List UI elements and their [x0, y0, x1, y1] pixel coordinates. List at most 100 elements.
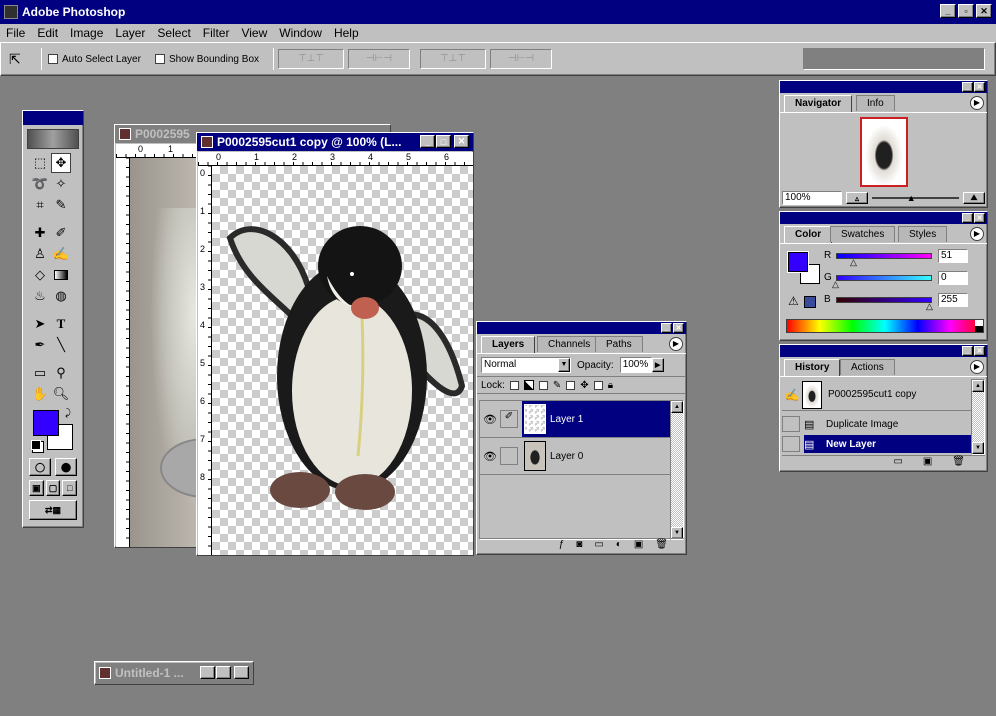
layers-scrollbar[interactable]: ▲ ▼ — [670, 400, 684, 540]
new-layer-icon[interactable]: ▣ — [634, 539, 643, 552]
screen-mode-standard-icon[interactable]: ▣ — [29, 480, 44, 496]
menu-layer[interactable]: Layer — [109, 26, 151, 40]
magic-wand-icon[interactable]: ✧ — [51, 174, 71, 194]
layer-name[interactable]: Layer 1 — [550, 414, 583, 425]
lock-image-checkbox[interactable] — [538, 380, 548, 390]
type-tool-icon[interactable]: T — [51, 314, 71, 334]
eye-icon[interactable]: 👁︎ — [480, 413, 500, 426]
hand-tool-icon[interactable]: ✋ — [30, 384, 50, 404]
navigator-close-button[interactable]: ✕ — [974, 82, 985, 92]
navigator-title-bar[interactable]: _ ✕ — [780, 81, 987, 93]
menu-edit[interactable]: Edit — [31, 26, 64, 40]
color-fg-swatch[interactable] — [788, 252, 808, 272]
distribute-top-buttons[interactable]: ⊤⊥⊤ — [420, 49, 487, 69]
history-brush-source-icon[interactable]: ✍ — [782, 388, 802, 402]
lasso-tool-icon[interactable]: ➰ — [30, 174, 50, 194]
adjustment-layer-icon[interactable]: ◐ — [616, 539, 622, 552]
tab-channels[interactable]: Channels — [537, 336, 602, 352]
pen-tool-icon[interactable]: ✒ — [30, 335, 50, 355]
zoom-in-icon[interactable]: ⛰ — [963, 192, 985, 204]
history-state-row[interactable]: ▤ Duplicate Image — [782, 415, 972, 433]
foreground-color-swatch[interactable] — [33, 410, 59, 436]
minimized-close-button[interactable]: ✕ — [234, 666, 249, 679]
tab-color[interactable]: Color — [784, 226, 833, 243]
tab-history[interactable]: History — [784, 359, 841, 376]
new-set-icon[interactable]: ▭ — [594, 539, 603, 552]
adobe-logo-icon[interactable] — [27, 129, 79, 149]
screen-mode-full-menu-icon[interactable]: ▢ — [45, 480, 61, 496]
brush-tool-icon[interactable]: ✐ — [51, 223, 71, 243]
color-menu-arrow-icon[interactable]: ▶ — [970, 227, 984, 241]
b-slider-thumb[interactable]: △ — [926, 301, 933, 312]
layer-name[interactable]: Layer 0 — [550, 451, 583, 462]
history-snapshot-row[interactable]: ✍ P0002595cut1 copy — [782, 379, 972, 411]
color-minimize-button[interactable]: _ — [962, 213, 973, 223]
eyedropper-icon[interactable]: ⚲ — [51, 363, 71, 383]
jump-to-imageready-icon[interactable]: ⇄▦ — [29, 500, 77, 520]
history-menu-arrow-icon[interactable]: ▶ — [970, 360, 984, 374]
scroll-down-icon[interactable]: ▼ — [972, 442, 984, 454]
crop-tool-icon[interactable]: ⌗ — [30, 195, 50, 215]
layers-menu-arrow-icon[interactable]: ▶ — [669, 337, 683, 351]
slice-tool-icon[interactable]: ✎ — [51, 195, 71, 215]
lock-all-checkbox[interactable] — [593, 380, 603, 390]
g-slider-thumb[interactable]: △ — [832, 279, 839, 290]
align-left-buttons[interactable]: ⊣⊢⊣ — [348, 49, 411, 69]
screen-mode-full-icon[interactable]: □ — [62, 480, 78, 496]
scroll-up-icon[interactable]: ▲ — [972, 380, 984, 392]
layer-row[interactable]: 👁︎ ✐ Layer 1 — [480, 401, 670, 438]
brush-link-icon[interactable]: ✐ — [500, 410, 518, 428]
path-select-icon[interactable]: ➤ — [30, 314, 50, 334]
menu-window[interactable]: Window — [273, 26, 328, 40]
app-restore-button[interactable]: ▫ — [958, 4, 974, 18]
zoom-out-icon[interactable]: ▵ — [846, 192, 868, 204]
tab-paths[interactable]: Paths — [595, 336, 643, 352]
b-slider[interactable] — [836, 297, 932, 303]
app-minimize-button[interactable]: _ — [940, 4, 956, 18]
gamut-warning-icon[interactable]: ⚠ — [788, 294, 799, 308]
layers-title-bar[interactable]: _ ✕ — [477, 322, 686, 334]
blend-mode-select[interactable]: Normal ▼ — [481, 357, 571, 373]
toolbox-title-bar[interactable] — [23, 111, 83, 125]
g-slider[interactable] — [836, 275, 932, 281]
menu-view[interactable]: View — [235, 26, 273, 40]
zoom-tool-icon[interactable]: 🔍︎ — [51, 384, 71, 404]
tab-actions[interactable]: Actions — [840, 359, 895, 375]
layers-close-button[interactable]: ✕ — [673, 323, 684, 333]
lock-transparency-checkbox[interactable] — [509, 380, 519, 390]
navigator-thumbnail[interactable] — [860, 117, 908, 187]
layers-minimize-button[interactable]: _ — [661, 323, 672, 333]
layer-style-icon[interactable]: ƒ — [559, 539, 565, 552]
g-field[interactable]: 0 — [938, 271, 968, 285]
doc-close-button[interactable]: ✕ — [454, 135, 469, 148]
line-tool-icon[interactable]: ╲ — [51, 335, 71, 355]
blur-tool-icon[interactable]: ♨ — [30, 286, 50, 306]
quick-mask-icon[interactable]: ⬤ — [55, 458, 77, 476]
layer-row[interactable]: 👁︎ Layer 0 — [480, 438, 670, 475]
align-top-buttons[interactable]: ⊤⊥⊤ — [278, 49, 345, 69]
opacity-arrow-icon[interactable]: ▶ — [651, 358, 664, 372]
zoom-slider[interactable]: ▲ — [872, 193, 959, 203]
front-document-title-bar[interactable]: P0002595cut1 copy @ 100% (L... _ □ ✕ — [197, 133, 473, 151]
clone-stamp-icon[interactable]: ♙ — [30, 244, 50, 264]
distribute-left-buttons[interactable]: ⊣⊢⊣ — [490, 49, 553, 69]
standard-mode-icon[interactable]: ◯ — [29, 458, 51, 476]
healing-brush-icon[interactable]: ✚ — [30, 223, 50, 243]
eraser-tool-icon[interactable]: ◇ — [30, 265, 50, 285]
notes-tool-icon[interactable]: ▭ — [30, 363, 50, 383]
move-tool-icon[interactable]: ✥ — [51, 153, 71, 173]
minimized-doc-title-bar[interactable]: Untitled-1 ... ▫ □ ✕ — [96, 663, 252, 683]
minimized-restore-button[interactable]: ▫ — [200, 666, 215, 679]
history-scrollbar[interactable]: ▲ ▼ — [971, 379, 985, 455]
dodge-tool-icon[interactable]: ◍ — [51, 286, 71, 306]
gamut-color-swatch[interactable] — [804, 296, 816, 308]
app-close-button[interactable]: ✕ — [976, 4, 992, 18]
history-state-row-active[interactable]: ▤ New Layer — [782, 435, 972, 453]
color-close-button[interactable]: ✕ — [974, 213, 985, 223]
auto-select-checkbox[interactable] — [48, 54, 58, 64]
tab-styles[interactable]: Styles — [898, 226, 948, 242]
history-close-button[interactable]: ✕ — [974, 346, 985, 356]
marquee-tool-icon[interactable]: ⬚ — [30, 153, 50, 173]
history-title-bar[interactable]: _ ✕ — [780, 345, 987, 357]
doc-minimize-button[interactable]: _ — [420, 135, 435, 148]
